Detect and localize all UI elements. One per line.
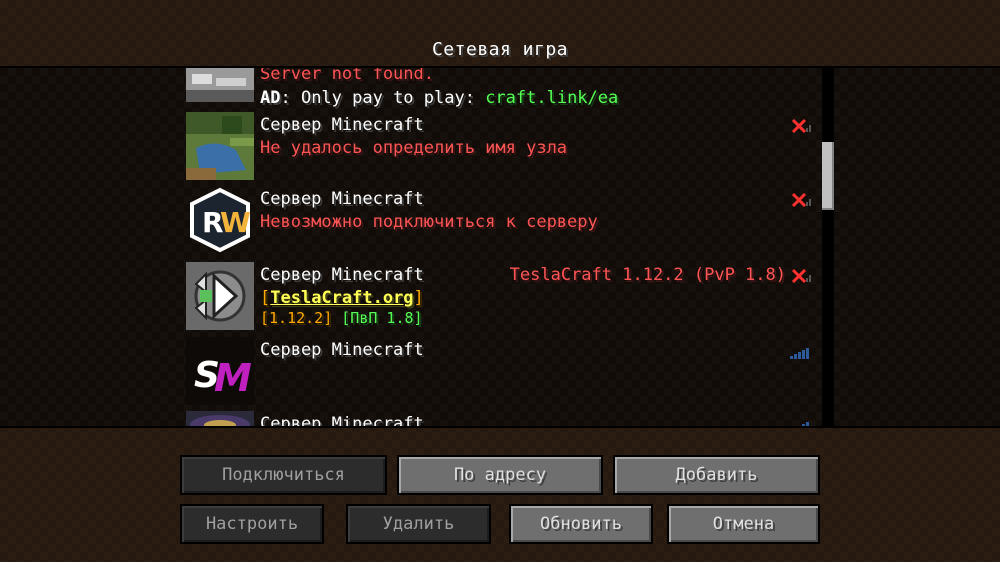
signal-icon[interactable] bbox=[790, 345, 812, 359]
server-motd-line2: [1.12.2] [ПвП 1.8] bbox=[260, 309, 423, 327]
server-motd-line1: [TeslaCraft.org] bbox=[260, 288, 424, 308]
x-icon[interactable] bbox=[790, 192, 812, 208]
tag-version: [1.12.2] bbox=[260, 309, 333, 327]
server-icon-landscape bbox=[186, 68, 254, 102]
server-icon-teslacraft bbox=[186, 262, 254, 330]
server-row[interactable]: S M Сервер Minecraft bbox=[186, 337, 816, 407]
server-name: Сервер Minecraft bbox=[260, 414, 424, 428]
connect-button[interactable]: Подключиться bbox=[180, 455, 387, 495]
ad-prefix: AD bbox=[260, 88, 281, 108]
ad-link: craft.link/ea bbox=[485, 88, 619, 108]
server-icon-partial bbox=[186, 411, 254, 426]
cancel-button[interactable]: Отмена bbox=[667, 504, 820, 544]
direct-connect-button[interactable]: По адресу bbox=[397, 455, 603, 495]
scrollbar-thumb[interactable] bbox=[822, 142, 834, 210]
server-name: Сервер Minecraft bbox=[260, 265, 424, 285]
tag-pvp: [ПвП 1.8] bbox=[341, 309, 423, 327]
server-name: Сервер Minecraft bbox=[260, 189, 424, 209]
server-icon-terrain bbox=[186, 112, 254, 180]
page-title: Сетевая игра bbox=[431, 39, 569, 60]
server-row[interactable]: R W Сервер Minecraft Невозможно подключи… bbox=[186, 186, 816, 256]
server-row[interactable]: Server not found. AD: Only pay to play: … bbox=[186, 66, 816, 108]
server-name: Сервер Minecraft bbox=[260, 340, 424, 360]
server-row[interactable]: Сервер Minecraft bbox=[186, 411, 816, 428]
svg-text:W: W bbox=[220, 206, 251, 239]
scrollbar-track[interactable] bbox=[822, 68, 834, 426]
server-icon-rw-logo: R W bbox=[186, 186, 254, 254]
server-row[interactable]: Сервер Minecraft Не удалось определить и… bbox=[186, 112, 816, 182]
edit-button[interactable]: Настроить bbox=[180, 504, 324, 544]
ad-text: : Only pay to play: bbox=[280, 88, 486, 108]
x-icon[interactable] bbox=[790, 268, 812, 284]
refresh-button[interactable]: Обновить bbox=[509, 504, 653, 544]
server-list[interactable]: Server not found. AD: Only pay to play: … bbox=[0, 66, 1000, 428]
server-ad-line: AD: Only pay to play: craft.link/ea bbox=[260, 88, 618, 108]
server-name: Сервер Minecraft bbox=[260, 115, 424, 135]
svg-text:M: M bbox=[214, 356, 252, 400]
server-icon-sm-logo: S M bbox=[186, 337, 254, 405]
server-error: Невозможно подключиться к серверу bbox=[260, 212, 598, 232]
server-error: Не удалось определить имя узла bbox=[260, 138, 568, 158]
motd-site: TeslaCraft.org bbox=[270, 288, 414, 308]
x-icon[interactable] bbox=[790, 118, 812, 134]
signal-icon[interactable] bbox=[790, 419, 812, 426]
add-server-button[interactable]: Добавить bbox=[613, 455, 820, 495]
title-bar: Сетевая игра bbox=[0, 0, 1000, 66]
delete-button[interactable]: Удалить bbox=[346, 504, 491, 544]
server-version: TeslaCraft 1.12.2 (PvP 1.8) bbox=[509, 265, 786, 285]
server-status-text: Server not found. bbox=[260, 66, 434, 84]
server-row[interactable]: Сервер Minecraft TeslaCraft 1.12.2 (PvP … bbox=[186, 262, 816, 332]
